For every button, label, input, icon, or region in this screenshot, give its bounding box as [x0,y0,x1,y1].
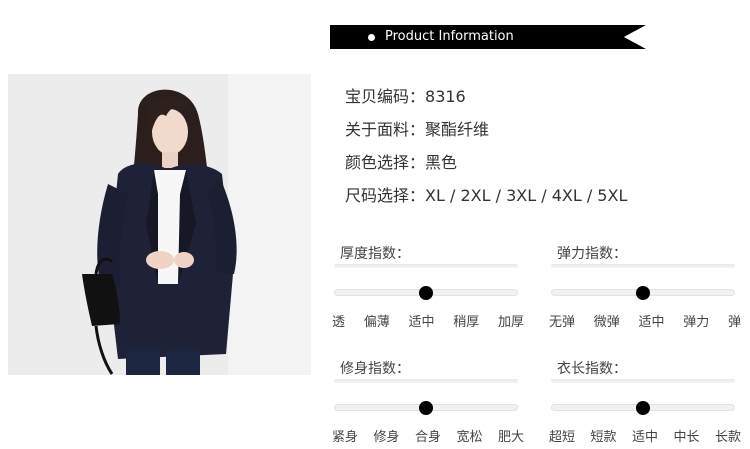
info-line-fabric: 关于面料：聚酯纤维 [345,119,627,152]
scale-label: 修身 [373,430,400,445]
scale-title: 厚度指数： [340,246,410,262]
scale-labels: 超短 短款 适中 中长 长款 [549,426,741,445]
scale-label: 长款 [714,430,741,445]
info-value: XL / 2XL / 3XL / 4XL / 5XL [425,186,628,205]
scale-divider [334,264,518,268]
scale-labels: 透 偏薄 适中 稍厚 加厚 [332,311,524,330]
scale-indicator [419,401,433,415]
scale-divider [334,379,518,383]
info-value: 黑色 [425,153,458,172]
scale-label: 中长 [673,430,700,445]
scale-title: 衣长指数： [557,361,627,377]
bullet-icon [368,34,375,41]
scale-label: 紧身 [332,430,359,445]
scale-label: 短款 [590,430,617,445]
product-info-list: 宝贝编码：8316 关于面料：聚酯纤维 颜色选择：黑色 尺码选择：XL / 2X… [345,86,627,218]
info-label: 关于面料： [345,120,426,139]
section-title: Product Information [385,29,514,44]
scale-label: 透 [332,315,346,330]
scale-labels: 紧身 修身 合身 宽松 肥大 [332,426,524,445]
info-line-color: 颜色选择：黑色 [345,152,627,185]
scale-label: 超短 [549,430,576,445]
scale-label: 弹力 [683,315,710,330]
info-label: 颜色选择： [345,153,426,172]
scale-label: 弹 [727,315,741,330]
info-label: 尺码选择： [345,186,426,205]
info-label: 宝贝编码： [345,87,426,106]
model-illustration [8,74,311,375]
scale-label: 肥大 [497,430,524,445]
info-line-code: 宝贝编码：8316 [345,86,627,119]
scale-label: 稍厚 [453,315,480,330]
product-photo [8,74,311,375]
scale-title: 修身指数： [340,361,410,377]
scale-indicator [636,286,650,300]
scale-divider [551,264,735,268]
scale-indicator [419,286,433,300]
scale-label: 微弹 [593,315,620,330]
scale-label: 偏薄 [363,315,390,330]
scale-label: 适中 [631,430,658,445]
scale-labels: 无弹 微弹 适中 弹力 弹 [549,311,741,330]
scale-label: 无弹 [549,315,576,330]
scale-label: 加厚 [497,315,524,330]
scale-indicator [636,401,650,415]
scale-label: 适中 [638,315,665,330]
scale-label: 合身 [414,430,441,445]
info-value: 聚酯纤维 [425,120,490,139]
scale-title: 弹力指数： [557,246,627,262]
info-line-size: 尺码选择：XL / 2XL / 3XL / 4XL / 5XL [345,185,627,218]
scale-label: 适中 [408,315,435,330]
scale-label: 宽松 [456,430,483,445]
section-header: Product Information [330,25,646,49]
info-value: 8316 [425,87,466,106]
scale-divider [551,379,735,383]
